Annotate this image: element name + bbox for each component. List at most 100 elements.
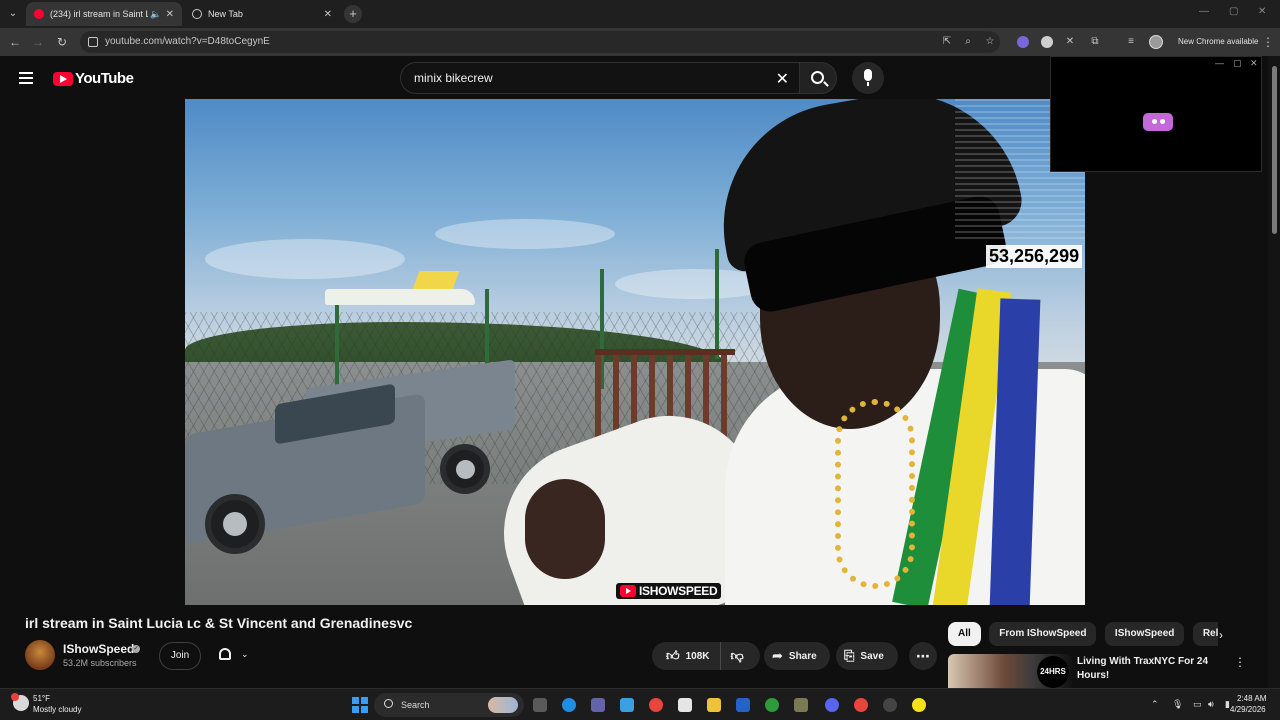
clear-search-icon[interactable]: ✕ (776, 69, 789, 89)
xbox-icon[interactable] (765, 698, 779, 712)
chip-all[interactable]: All (948, 622, 981, 646)
chevron-down-icon: ⌄ (241, 649, 249, 659)
youtube-play-icon (53, 71, 73, 86)
voice-search-button[interactable] (852, 62, 884, 94)
tab-youtube[interactable]: (234) irl stream in Saint Lucia 🔈 ✕ (26, 2, 182, 26)
bookmark-star-icon[interactable]: ☆ (984, 36, 996, 48)
youtube-logo[interactable]: YouTube (53, 70, 134, 87)
file-explorer-icon[interactable] (707, 698, 721, 712)
new-tab-button[interactable]: + (344, 5, 362, 23)
chip-from-channel[interactable]: From IShowSpeed (989, 622, 1097, 646)
site-info-icon[interactable] (88, 37, 98, 47)
join-button[interactable]: Join (159, 642, 201, 670)
minimize-icon[interactable]: — (1215, 58, 1224, 68)
windows-start-icon[interactable] (352, 697, 368, 713)
subscriber-count: 53.2M subscribers (63, 658, 137, 668)
extension-icon[interactable]: ✕ (1064, 36, 1076, 48)
extension-icon[interactable] (1041, 36, 1053, 48)
tab-search-icon[interactable]: ⌄ (4, 5, 22, 23)
reading-list-icon[interactable]: ≡ (1125, 36, 1137, 48)
search-input[interactable]: minix bikecrew ✕ (400, 62, 800, 94)
tab-close-icon[interactable]: ✕ (324, 9, 332, 20)
chip-channel[interactable]: IShowSpeed (1104, 622, 1185, 646)
chevron-up-icon[interactable]: ⌃ (1151, 699, 1159, 710)
maximize-icon[interactable]: ▢ (1233, 58, 1242, 69)
zoom-icon[interactable]: ⌕ (962, 36, 974, 48)
app-icon[interactable] (794, 698, 808, 712)
store-icon[interactable] (678, 698, 692, 712)
clock-time[interactable]: 2:48 AM (1237, 694, 1266, 703)
video-title: irl stream in Saint Lucia ʟᴄ & St Vincen… (25, 615, 413, 631)
windows-taskbar: 51°F Mostly cloudy Search ⌃ 🎙︎ ▭ 🔊︎ ▮ 2:… (0, 688, 1280, 720)
close-window-icon[interactable]: ✕ (1258, 6, 1266, 17)
address-bar[interactable]: youtube.com/watch?v=D48toCegynE (80, 31, 1000, 53)
private-jet (325, 271, 475, 309)
tab-close-icon[interactable]: ✕ (166, 9, 174, 20)
scrollbar-thumb[interactable] (1272, 66, 1277, 234)
maximize-icon[interactable]: ▢ (1229, 6, 1238, 17)
copilot-icon[interactable] (620, 698, 634, 712)
browser-toolbar: ← → ↻ youtube.com/watch?v=D48toCegynE ⇱ … (0, 28, 1280, 56)
bell-icon (219, 648, 231, 660)
globe-icon (192, 9, 202, 19)
page-scrollbar[interactable] (1268, 56, 1280, 688)
video-player[interactable]: 53,256,299 ISHOWSPEED (185, 99, 1085, 605)
weather-condition[interactable]: Mostly cloudy (33, 705, 81, 714)
extensions-puzzle-icon[interactable]: ⧉ (1089, 36, 1101, 48)
forward-icon[interactable]: → (30, 34, 46, 50)
profile-avatar[interactable] (1149, 35, 1163, 49)
like-dislike-group: 👍︎ 108K 👎︎ (652, 642, 760, 670)
taskbar-search-label: Search (401, 700, 430, 710)
video-cloud (435, 219, 615, 249)
close-icon[interactable]: ✕ (1250, 58, 1258, 69)
weather-temperature[interactable]: 51°F (33, 694, 50, 703)
teams-icon[interactable] (591, 698, 605, 712)
chrome-icon[interactable] (854, 698, 868, 712)
taskbar-search[interactable]: Search (374, 693, 524, 717)
task-view-icon[interactable] (533, 698, 547, 712)
chrome-menu-icon[interactable]: ⋮ (1262, 35, 1274, 49)
chevron-right-icon[interactable]: › (1219, 628, 1223, 642)
chrome-update-label[interactable]: New Chrome available (1178, 37, 1258, 46)
tab-new-tab[interactable]: New Tab ✕ (184, 2, 340, 26)
video-cloud (205, 239, 405, 279)
volume-icon[interactable]: 🔊︎ (1208, 699, 1214, 710)
recommended-video-thumbnail[interactable]: 24HRS (948, 654, 1072, 688)
back-icon[interactable]: ← (7, 34, 23, 50)
clock-date[interactable]: 4/29/2026 (1230, 705, 1266, 714)
related-filter-chips: All From IShowSpeed IShowSpeed Relat (948, 622, 1218, 646)
audio-playing-icon[interactable]: 🔈 (150, 9, 161, 20)
network-icon[interactable]: ▭ (1193, 699, 1202, 710)
like-button[interactable]: 👍︎ 108K (652, 642, 721, 670)
minimize-icon[interactable]: — (1199, 6, 1209, 17)
channel-name[interactable]: IShowSpeed (63, 642, 134, 656)
app-icon[interactable] (883, 698, 897, 712)
recommended-video-menu-icon[interactable]: ⋮ (1234, 655, 1246, 669)
more-actions-button[interactable]: ⋯ (909, 642, 937, 670)
notifications-button[interactable]: ⌄ (209, 642, 263, 670)
save-label: Save (860, 650, 884, 662)
search-query: minix bikecrew (414, 71, 493, 85)
app-icon[interactable] (736, 698, 750, 712)
save-button[interactable]: ⎘ Save (836, 642, 898, 670)
chip-related[interactable]: Relat (1192, 622, 1218, 646)
dislike-button[interactable]: 👎︎ (721, 648, 754, 664)
channel-avatar[interactable] (25, 640, 55, 670)
discord-icon[interactable] (825, 698, 839, 712)
chrome-icon[interactable] (649, 698, 663, 712)
microphone-icon[interactable]: 🎙︎ (1172, 699, 1183, 710)
watermark-text: ISHOWSPEED (639, 584, 718, 598)
discord-pip-window[interactable]: — ▢ ✕ (1050, 56, 1262, 172)
share-button[interactable]: ➦ Share (764, 642, 830, 670)
youtube-play-icon (620, 585, 636, 597)
reload-icon[interactable]: ↻ (54, 34, 70, 50)
recommended-video-title[interactable]: Living With TraxNYC For 24 Hours! (1077, 655, 1227, 683)
share-arrow-icon: ➦ (772, 648, 783, 663)
search-button[interactable] (799, 62, 837, 94)
weather-icon[interactable] (11, 693, 29, 711)
edge-icon[interactable] (562, 698, 576, 712)
extension-icon[interactable] (1017, 36, 1029, 48)
menu-icon[interactable] (19, 72, 33, 84)
open-in-app-icon[interactable]: ⇱ (941, 36, 953, 48)
snapchat-icon[interactable] (912, 698, 926, 712)
